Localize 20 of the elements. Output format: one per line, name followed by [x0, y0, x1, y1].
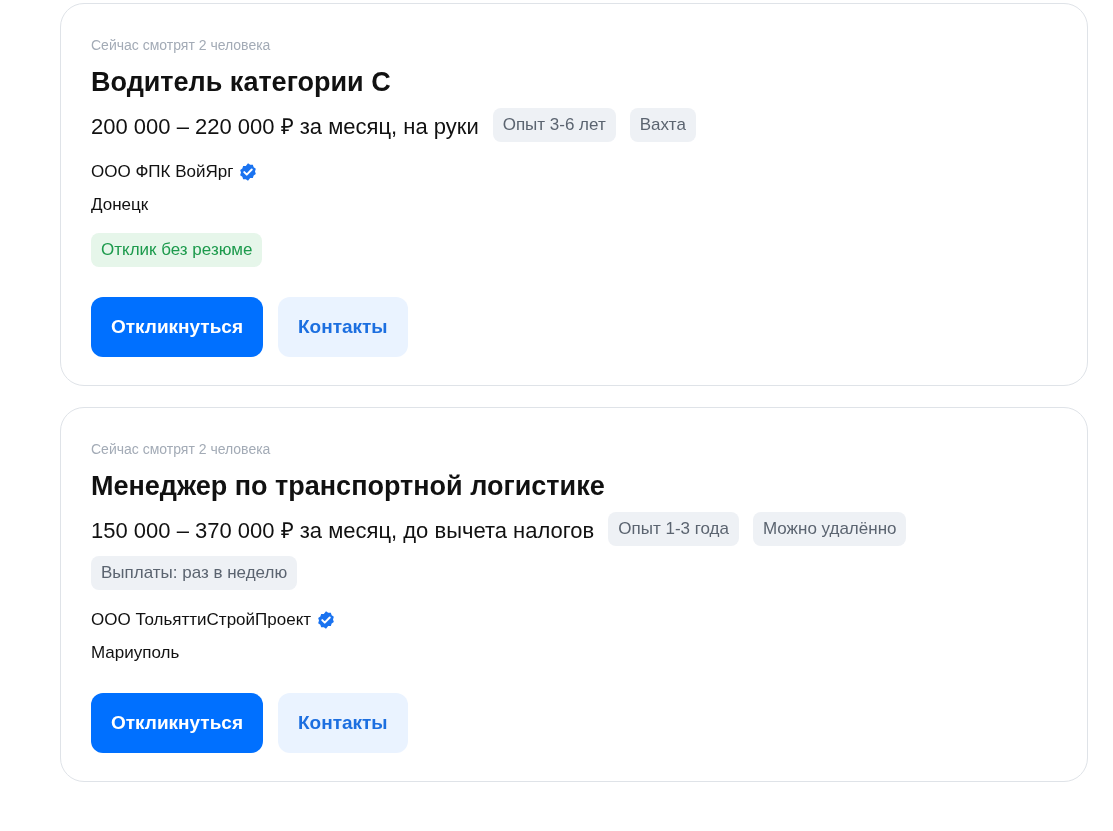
tag: Опыт 3-6 лет: [492, 108, 616, 142]
company-name[interactable]: ООО ФПК ВойЯрг: [91, 162, 234, 182]
company-name[interactable]: ООО ТольяттиСтройПроект: [91, 610, 312, 630]
tag: Вахта: [629, 108, 696, 142]
city: Донецк: [91, 195, 150, 215]
contacts-button[interactable]: Контакты: [278, 693, 408, 753]
viewers-count: Сейчас смотрят 2 человека: [91, 37, 272, 53]
salary: 150 000 – 370 000 ₽ за месяц, до вычета налогов: [91, 517, 595, 544]
salary: 200 000 – 220 000 ₽ за месяц, на руки: [91, 113, 479, 140]
respond-button[interactable]: Откликнуться: [91, 297, 263, 357]
vacancy-title[interactable]: Менеджер по транспортной логистике: [91, 471, 1057, 502]
tag: Выплаты: раз в неделю: [91, 556, 298, 590]
tag: Можно удалённо: [753, 512, 907, 546]
viewers-count: Сейчас смотрят 2 человека: [91, 441, 272, 457]
respond-button[interactable]: Откликнуться: [91, 693, 263, 753]
perk-tag: Отклик без резюме: [91, 233, 263, 267]
contacts-button[interactable]: Контакты: [278, 297, 408, 357]
tag: Опыт 1-3 года: [608, 512, 739, 546]
vacancy-title[interactable]: Водитель категории C: [91, 67, 1057, 98]
city: Мариуполь: [91, 643, 181, 663]
